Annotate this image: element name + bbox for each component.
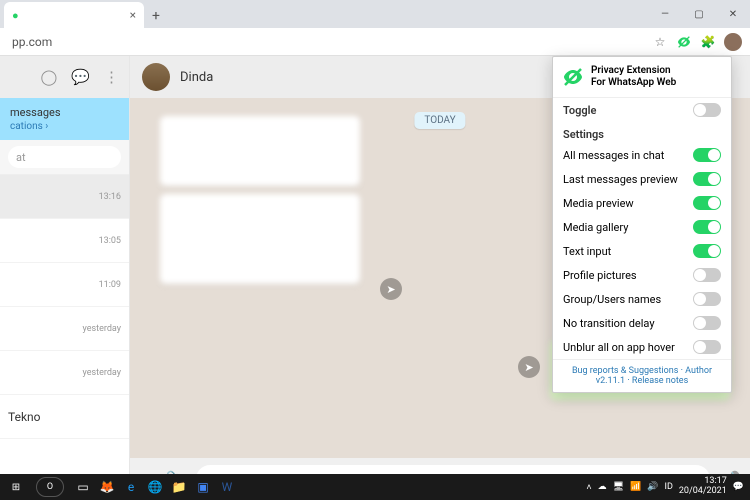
setting-toggle[interactable] [693, 292, 721, 306]
setting-toggle[interactable] [693, 316, 721, 330]
extension-logo-icon [561, 65, 585, 89]
popup-title-2: For WhatsApp Web [591, 77, 676, 89]
contact-avatar[interactable] [142, 63, 170, 91]
setting-label: No transition delay [563, 317, 655, 330]
notif-title: messages [10, 106, 119, 119]
tray-lang[interactable]: ID [665, 482, 673, 492]
bookmark-star-icon[interactable]: ☆ [652, 34, 668, 50]
taskbar-app-icon[interactable]: ▣ [192, 476, 214, 498]
tray-cloud-icon[interactable]: ☁ [598, 482, 607, 492]
setting-label: Profile pictures [563, 269, 637, 282]
new-chat-icon[interactable]: 💬 [71, 68, 90, 86]
settings-section-label: Settings [553, 122, 731, 143]
address-bar[interactable]: pp.com [8, 35, 646, 49]
chat-list-item[interactable]: 13:05 [0, 219, 129, 263]
setting-toggle[interactable] [693, 220, 721, 234]
setting-label: Group/Users names [563, 293, 661, 306]
taskbar-search[interactable]: O [36, 477, 64, 497]
task-view-icon[interactable]: ▭ [72, 476, 94, 498]
menu-icon[interactable]: ⋮ [104, 68, 119, 86]
setting-toggle[interactable] [693, 172, 721, 186]
privacy-extension-icon[interactable] [676, 34, 692, 50]
chat-list-item[interactable]: 11:09 [0, 263, 129, 307]
tray-icon[interactable]: ˄ [586, 482, 591, 493]
taskbar-app-icon[interactable]: 🌐 [144, 476, 166, 498]
chat-list-item[interactable]: yesterday [0, 307, 129, 351]
forward-icon[interactable]: ➤ [518, 356, 540, 378]
window-maximize-button[interactable]: ▢ [682, 0, 716, 28]
setting-toggle[interactable] [693, 268, 721, 282]
toggle-section-label: Toggle [563, 104, 596, 117]
chat-sidebar: ◯ 💬 ⋮ messages cations › at 13:1613:0511… [0, 56, 130, 500]
tray-volume-icon[interactable]: 🔊 [647, 482, 658, 492]
windows-taskbar: ⊞ O ▭ 🦊 e 🌐 📁 ▣ W ˄ ☁ 🖥 📶 🔊 ID 13:17 20/… [0, 474, 750, 500]
tab-favicon: ● [12, 9, 19, 22]
setting-label: Media gallery [563, 221, 628, 234]
setting-label: Unblur all on app hover [563, 341, 675, 354]
new-tab-button[interactable]: + [144, 4, 168, 28]
notifications-banner[interactable]: messages cations › [0, 98, 129, 140]
day-badge: TODAY [414, 112, 465, 129]
setting-toggle[interactable] [693, 196, 721, 210]
popup-footer-version[interactable]: v2.11.1 · Release notes [559, 376, 725, 386]
profile-avatar-icon[interactable] [724, 33, 742, 51]
tray-display-icon[interactable]: 🖥 [613, 482, 624, 492]
incoming-message[interactable] [160, 116, 360, 186]
extension-popup: Privacy Extension For WhatsApp Web Toggl… [552, 56, 732, 393]
setting-label: Text input [563, 245, 611, 258]
setting-toggle[interactable] [693, 148, 721, 162]
forward-icon[interactable]: ➤ [380, 278, 402, 300]
close-tab-icon[interactable]: × [130, 8, 136, 22]
setting-label: All messages in chat [563, 149, 664, 162]
taskbar-app-icon[interactable]: W [216, 476, 238, 498]
chat-list-item[interactable]: 13:16 [0, 175, 129, 219]
taskbar-clock[interactable]: 13:17 20/04/2021 [679, 477, 727, 497]
setting-label: Last messages preview [563, 173, 678, 186]
setting-label: Media preview [563, 197, 634, 210]
setting-toggle[interactable] [693, 244, 721, 258]
taskbar-app-icon[interactable]: 🦊 [96, 476, 118, 498]
extensions-icon[interactable]: 🧩 [700, 34, 716, 50]
window-close-button[interactable]: ✕ [716, 0, 750, 28]
window-minimize-button[interactable]: — [648, 0, 682, 28]
popup-footer-links[interactable]: Bug reports & Suggestions · Author [559, 366, 725, 376]
status-icon[interactable]: ◯ [41, 68, 58, 86]
popup-title-1: Privacy Extension [591, 65, 676, 77]
chat-list-item[interactable]: yesterday [0, 351, 129, 395]
master-toggle[interactable] [693, 103, 721, 117]
setting-toggle[interactable] [693, 340, 721, 354]
notifications-icon[interactable]: 💬 [733, 482, 744, 492]
chat-list-item[interactable]: Tekno [0, 395, 129, 439]
incoming-message[interactable] [160, 194, 360, 284]
taskbar-app-icon[interactable]: 📁 [168, 476, 190, 498]
tray-network-icon[interactable]: 📶 [630, 482, 641, 492]
taskbar-app-icon[interactable]: e [120, 476, 142, 498]
start-button[interactable]: ⊞ [0, 482, 32, 493]
notif-sub: cations › [10, 121, 119, 132]
browser-tab[interactable]: ● × [4, 2, 144, 28]
search-input[interactable]: at [8, 146, 121, 168]
